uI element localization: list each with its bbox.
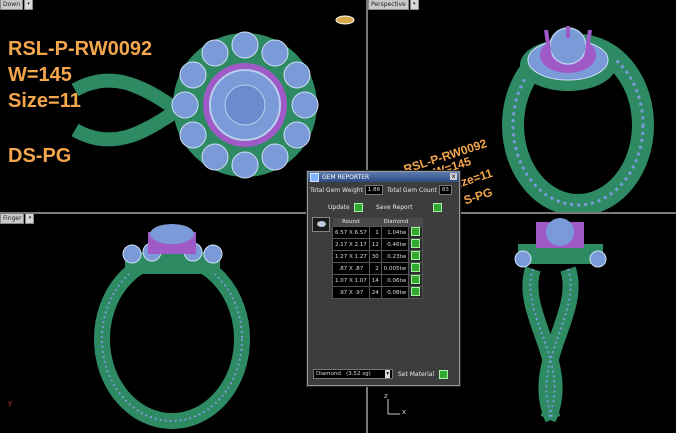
gem-count: 12 (368, 238, 382, 251)
viewport-name: Perspective (368, 0, 409, 10)
gem-reporter-titlebar[interactable]: GEM REPORTER x (308, 172, 459, 182)
row-action-button[interactable] (408, 274, 424, 287)
row-action-button[interactable] (408, 286, 424, 299)
material-sg: (3.52 sg) (346, 371, 371, 377)
chevron-down-icon[interactable]: ▾ (409, 0, 419, 10)
set-material-label: Set Material (398, 370, 435, 378)
table-row[interactable]: .87 X .87 2 0.005tw (332, 262, 424, 275)
update-label: Update (328, 204, 350, 211)
gem-size: .87 X .87 (332, 262, 370, 275)
axis-y: y (8, 399, 13, 407)
update-button[interactable] (353, 203, 363, 212)
gem-count: 14 (368, 274, 382, 287)
model-width: W=145 (8, 64, 72, 86)
model-code: RSL-P-RW0092 (8, 38, 153, 60)
chevron-down-icon[interactable]: ▾ (25, 214, 35, 224)
viewport-name: Finger (0, 214, 25, 224)
table-row[interactable]: 1.07 X 1.07 14 0.06tw (332, 274, 424, 287)
gem-size: 1.07 X 1.07 (332, 274, 370, 287)
total-gem-count-label: Total Gem Count (387, 186, 437, 194)
gem-reporter-panel[interactable]: GEM REPORTER x Total Gem Weight 1.88 Tot… (307, 171, 460, 386)
green-square-icon[interactable] (411, 227, 421, 236)
total-gem-count-value: 83 (438, 185, 452, 195)
gem-table: Round Diamond 6.57 X 6.57 1 1.04tw 2.17 X 2… (332, 218, 424, 299)
gem-size: 1.27 X 1.27 (332, 250, 370, 263)
gem-weight: 0.23tw (380, 250, 410, 263)
green-square-icon[interactable] (411, 239, 421, 248)
gem-count: 2 (368, 262, 382, 275)
gem-weight: 1.04tw (380, 226, 410, 239)
gem-reporter-icon (310, 172, 319, 182)
gem-count: 24 (368, 286, 382, 299)
round-shape-icon (312, 217, 330, 232)
set-material-button[interactable] (439, 369, 449, 379)
close-icon[interactable]: x (450, 173, 457, 180)
row-action-button[interactable] (408, 226, 424, 239)
gem-weight: 0.06tw (380, 274, 410, 287)
green-square-icon[interactable] (411, 275, 421, 284)
green-square-icon[interactable] (411, 287, 421, 296)
row-action-button[interactable] (408, 238, 424, 251)
axis-x: x (402, 408, 407, 416)
table-row[interactable]: 6.57 X 6.57 1 1.04tw (332, 226, 424, 239)
viewport-perspective-label[interactable]: Perspective ▾ (368, 0, 419, 10)
row-action-button[interactable] (408, 262, 424, 275)
model-type: DS-PG (8, 145, 72, 167)
axis-z: z (384, 392, 388, 400)
chevron-down-icon[interactable]: ▾ (24, 0, 34, 10)
model-size: Size=11 (8, 90, 81, 112)
gem-reporter-title: GEM REPORTER (322, 173, 370, 181)
col-shape: Round (332, 218, 370, 227)
chevron-down-icon[interactable]: ▾ (385, 370, 390, 378)
table-row[interactable]: 2.17 X 2.17 12 0.46tw (332, 238, 424, 251)
gem-size: 6.57 X 6.57 (332, 226, 370, 239)
gem-weight: 0.46tw (380, 238, 410, 251)
gem-weight: 0.005tw (380, 262, 410, 275)
total-gem-weight-label: Total Gem Weight (310, 186, 363, 194)
total-gem-weight-value: 1.88 (364, 185, 384, 195)
gem-weight: 0.08tw (380, 286, 410, 299)
gem-count: 30 (368, 250, 382, 263)
green-square-icon[interactable] (411, 251, 421, 260)
save-report-label: Save Report (376, 204, 413, 211)
viewport-finger-label[interactable]: Finger ▾ (0, 214, 35, 224)
gem-size: 2.17 X 2.17 (332, 238, 370, 251)
col-material: Diamond (369, 218, 423, 227)
save-report-button[interactable] (432, 203, 442, 212)
table-row[interactable]: 1.27 X 1.27 30 0.23tw (332, 250, 424, 263)
material-select-value: Diamond (316, 371, 341, 377)
row-action-button[interactable] (408, 250, 424, 263)
gem-size: .97 X .97 (332, 286, 370, 299)
viewport-down-label[interactable]: Down ▾ (0, 0, 34, 10)
green-square-icon[interactable] (411, 263, 421, 272)
gem-count: 1 (368, 226, 382, 239)
table-row[interactable]: .97 X .97 24 0.08tw (332, 286, 424, 299)
viewport-name: Down (0, 0, 24, 10)
material-select[interactable]: Diamond (3.52 sg) ▾ (313, 369, 393, 379)
